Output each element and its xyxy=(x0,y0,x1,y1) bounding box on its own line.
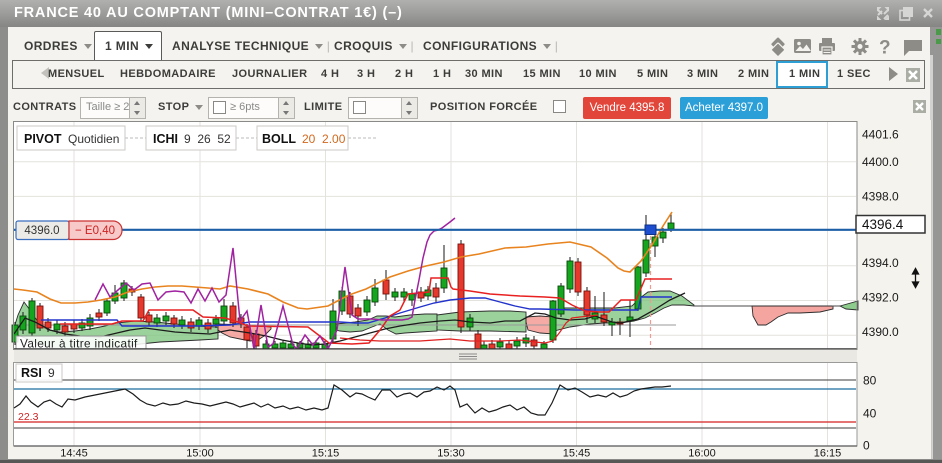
svg-text:4396.4: 4396.4 xyxy=(862,217,904,232)
svg-text:15:30: 15:30 xyxy=(437,448,465,460)
svg-text:15:45: 15:45 xyxy=(563,448,591,460)
svg-text:?: ? xyxy=(879,38,891,59)
svg-text:9: 9 xyxy=(48,366,55,380)
svg-text:0: 0 xyxy=(863,439,870,453)
svg-text:40: 40 xyxy=(863,407,877,421)
svg-text:4390.0: 4390.0 xyxy=(862,325,899,339)
svg-text:− E0,40: − E0,40 xyxy=(75,225,115,237)
svg-text:RSI: RSI xyxy=(21,366,42,380)
svg-text:16:15: 16:15 xyxy=(814,448,842,460)
svg-text:16:00: 16:00 xyxy=(688,448,716,460)
svg-text:4398.0: 4398.0 xyxy=(862,190,899,204)
svg-text:20 2.00: 20 2.00 xyxy=(302,132,346,146)
svg-text:9 26 52: 9 26 52 xyxy=(184,132,231,146)
svg-text:4394.0: 4394.0 xyxy=(862,256,899,270)
svg-text:15:15: 15:15 xyxy=(312,448,340,460)
svg-text:15:00: 15:00 xyxy=(186,448,214,460)
svg-text:Quotidien: Quotidien xyxy=(68,132,119,146)
svg-text:80: 80 xyxy=(863,374,877,388)
svg-text:4400.0: 4400.0 xyxy=(862,155,899,169)
svg-text:4392.0: 4392.0 xyxy=(862,291,899,305)
svg-text:PIVOT: PIVOT xyxy=(24,132,62,146)
svg-text:4401.6: 4401.6 xyxy=(862,128,899,142)
svg-text:22.3: 22.3 xyxy=(18,411,39,423)
svg-text:4396.0: 4396.0 xyxy=(24,225,59,237)
svg-text:14:45: 14:45 xyxy=(60,448,88,460)
svg-text:ICHI: ICHI xyxy=(153,132,178,146)
svg-text:BOLL: BOLL xyxy=(262,132,296,146)
